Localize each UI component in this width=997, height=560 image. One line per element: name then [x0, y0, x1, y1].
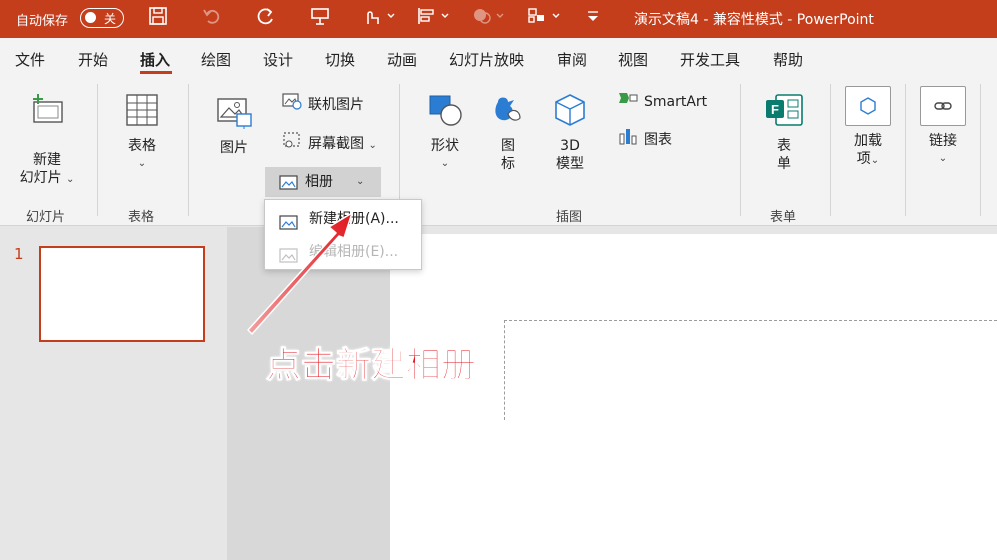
annotation-arrow	[247, 212, 353, 335]
annotation-text: 点击新建相册	[265, 346, 477, 387]
